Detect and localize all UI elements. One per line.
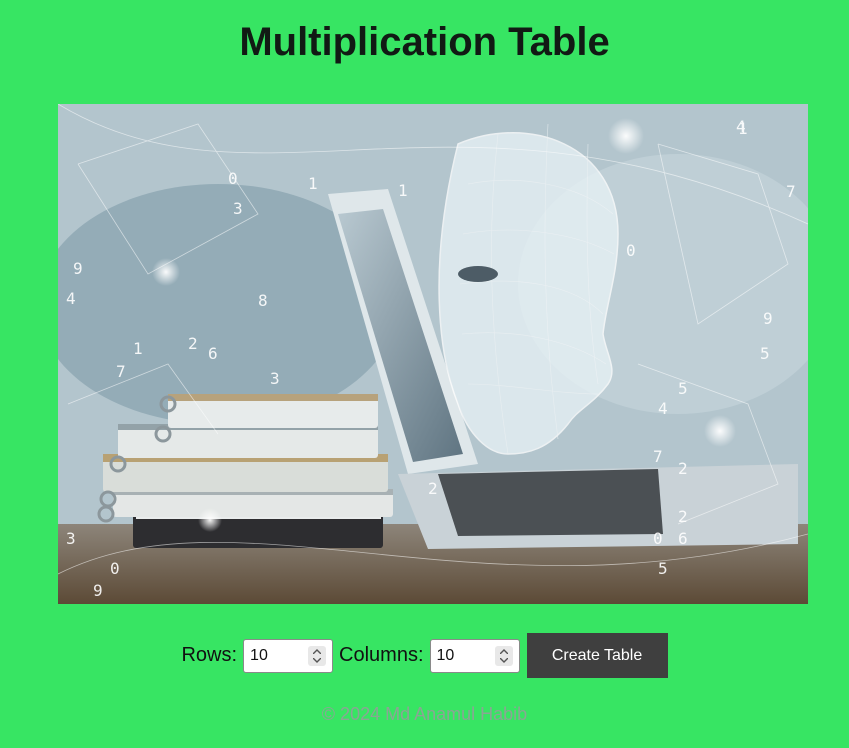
chevron-up-icon[interactable] — [313, 648, 322, 654]
ai-laptop-books-image: 1 0 9 2 7 4 5 3 8 6 1 0 2 9 7 4 5 3 1 0 — [58, 104, 808, 604]
svg-text:9: 9 — [73, 259, 83, 278]
page-title: Multiplication Table — [239, 20, 610, 64]
rows-stepper[interactable] — [308, 645, 327, 666]
svg-text:1: 1 — [308, 174, 318, 193]
svg-text:6: 6 — [678, 529, 688, 548]
svg-text:2: 2 — [678, 507, 688, 526]
table-controls: Rows: Columns: — [0, 633, 849, 678]
svg-text:3: 3 — [270, 369, 280, 388]
svg-text:7: 7 — [116, 362, 126, 381]
svg-text:5: 5 — [678, 379, 688, 398]
columns-label: Columns: — [339, 644, 424, 666]
svg-text:3: 3 — [233, 199, 243, 218]
rows-input-wrapper — [243, 638, 334, 673]
chevron-down-icon[interactable] — [499, 657, 508, 663]
svg-text:4: 4 — [736, 117, 746, 136]
svg-text:4: 4 — [658, 399, 668, 418]
svg-text:5: 5 — [760, 344, 770, 363]
footer-copyright: © 2024 Md Anamul Habib — [321, 704, 528, 724]
svg-text:0: 0 — [228, 169, 238, 188]
svg-text:6: 6 — [208, 344, 218, 363]
svg-text:2: 2 — [678, 459, 688, 478]
svg-text:5: 5 — [658, 559, 668, 578]
svg-text:7: 7 — [653, 447, 663, 466]
rows-input[interactable] — [250, 640, 307, 671]
chevron-up-icon[interactable] — [499, 648, 508, 654]
page: Multiplication Table 1 0 9 2 7 4 5 3 8 6… — [0, 0, 849, 748]
hero-image: 1 0 9 2 7 4 5 3 8 6 1 0 2 9 7 4 5 3 1 0 — [58, 104, 808, 604]
svg-text:1: 1 — [398, 181, 408, 200]
svg-text:0: 0 — [110, 559, 120, 578]
svg-text:3: 3 — [66, 529, 76, 548]
svg-text:8: 8 — [258, 291, 268, 310]
columns-stepper[interactable] — [494, 645, 513, 666]
svg-text:7: 7 — [786, 182, 796, 201]
columns-input[interactable] — [436, 640, 493, 671]
svg-text:2: 2 — [428, 479, 438, 498]
chevron-down-icon[interactable] — [313, 657, 322, 663]
rows-label: Rows: — [181, 644, 238, 666]
columns-input-wrapper — [429, 638, 520, 673]
svg-text:1: 1 — [133, 339, 143, 358]
svg-text:0: 0 — [626, 241, 636, 260]
svg-text:0: 0 — [653, 529, 663, 548]
svg-text:9: 9 — [93, 581, 103, 600]
svg-text:9: 9 — [763, 309, 773, 328]
svg-text:2: 2 — [188, 334, 198, 353]
create-table-button[interactable]: Create Table — [526, 633, 668, 678]
svg-text:4: 4 — [66, 289, 76, 308]
